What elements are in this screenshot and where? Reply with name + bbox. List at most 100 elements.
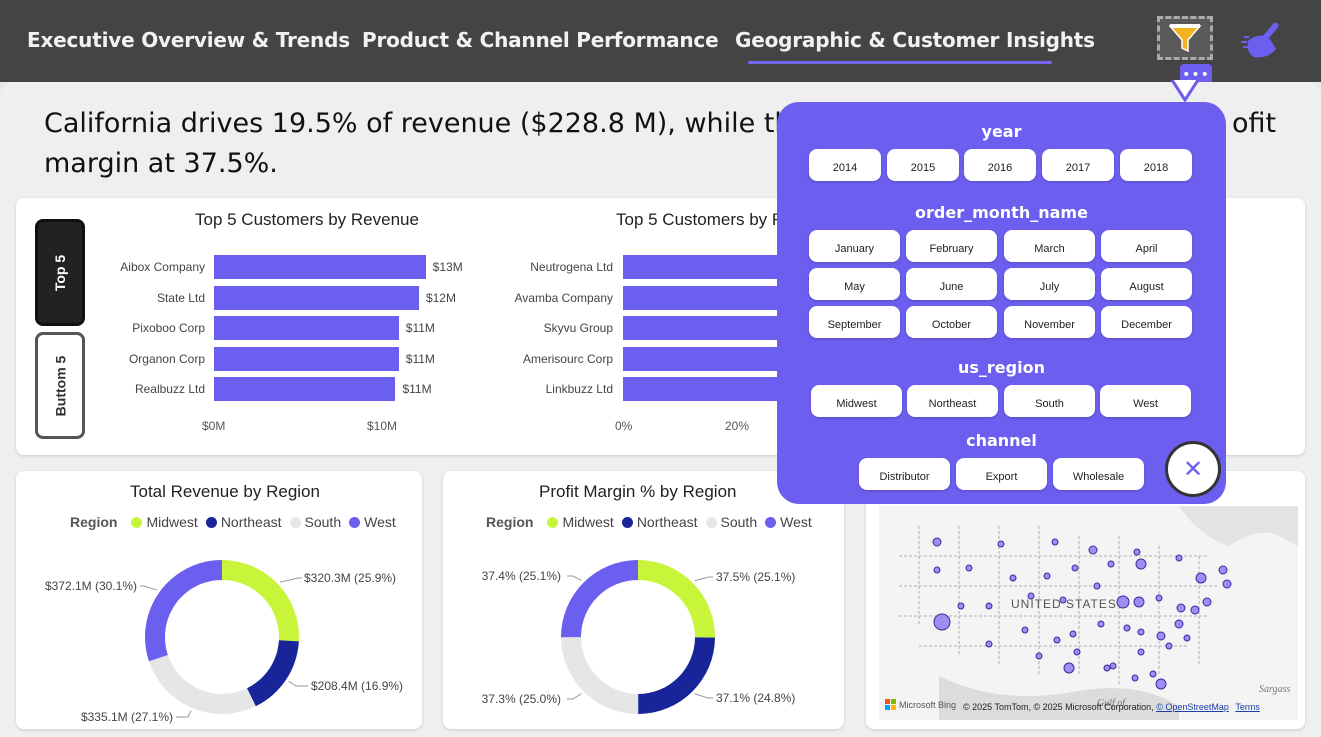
map-bubble[interactable] xyxy=(1053,636,1061,644)
map-bubble[interactable] xyxy=(1093,582,1101,590)
filter-chip-year[interactable]: 2018 xyxy=(1120,149,1192,181)
tab-executive-overview[interactable]: Executive Overview & Trends xyxy=(27,28,350,52)
map-bubble[interactable] xyxy=(1190,605,1200,615)
map-bubble[interactable] xyxy=(1156,631,1166,641)
map-bubble[interactable] xyxy=(932,537,942,547)
map-bubble[interactable] xyxy=(1195,572,1207,584)
bar[interactable] xyxy=(214,255,426,279)
filter-chip-channel[interactable]: Wholesale xyxy=(1053,458,1144,490)
map-bubble[interactable] xyxy=(933,613,951,631)
map-bubble[interactable] xyxy=(1088,545,1098,555)
map-bubble[interactable] xyxy=(1176,603,1186,613)
bar[interactable] xyxy=(623,377,783,401)
donut-slice-midwest[interactable] xyxy=(638,560,715,638)
filter-chip-channel[interactable]: Distributor xyxy=(859,458,950,490)
filter-chip-month[interactable]: February xyxy=(906,230,997,262)
map-bubble[interactable] xyxy=(1069,630,1077,638)
map-bubble[interactable] xyxy=(985,640,993,648)
map-bubble[interactable] xyxy=(1097,620,1105,628)
map-bubble[interactable] xyxy=(1035,652,1043,660)
donut-data-label: 37.3% (25.0%) xyxy=(482,692,561,706)
bar[interactable] xyxy=(623,286,783,310)
filter-chip-month[interactable]: March xyxy=(1004,230,1095,262)
tab-geographic-customer[interactable]: Geographic & Customer Insights xyxy=(735,28,1095,52)
filter-chip-month[interactable]: October xyxy=(906,306,997,338)
map-bubble[interactable] xyxy=(1155,678,1167,690)
donut-slice-northeast[interactable] xyxy=(638,637,715,714)
filter-chip-region[interactable]: Northeast xyxy=(907,385,998,417)
filter-chip-month[interactable]: August xyxy=(1101,268,1192,300)
map-bubble[interactable] xyxy=(1222,579,1232,589)
map-bubble[interactable] xyxy=(1174,619,1184,629)
map-bubble[interactable] xyxy=(1051,538,1059,546)
close-icon[interactable]: ✕ xyxy=(1165,441,1221,497)
map-bubble[interactable] xyxy=(1009,574,1017,582)
map-bubble[interactable] xyxy=(1063,662,1075,674)
map-bubble[interactable] xyxy=(1021,626,1029,634)
clear-filters-button[interactable] xyxy=(1237,18,1289,60)
filter-button[interactable] xyxy=(1157,16,1213,60)
map-bubble[interactable] xyxy=(1137,628,1145,636)
map-bubble[interactable] xyxy=(1103,664,1111,672)
donut-slice-south[interactable] xyxy=(148,654,256,714)
filter-chip-month[interactable]: May xyxy=(809,268,900,300)
filter-chip-year[interactable]: 2016 xyxy=(964,149,1036,181)
map-bubble[interactable] xyxy=(1183,634,1191,642)
donut-slice-west[interactable] xyxy=(145,560,222,662)
map-bubble[interactable] xyxy=(1073,648,1081,656)
filter-chip-region[interactable]: West xyxy=(1100,385,1191,417)
map-bubble[interactable] xyxy=(965,564,973,572)
map-bubble[interactable] xyxy=(997,540,1005,548)
map-bubble[interactable] xyxy=(985,602,993,610)
openstreetmap-link[interactable]: © OpenStreetMap xyxy=(1156,702,1229,712)
map-bubble[interactable] xyxy=(1165,642,1173,650)
filter-chip-month[interactable]: November xyxy=(1004,306,1095,338)
top-nav-bar: Executive Overview & Trends Product & Ch… xyxy=(0,0,1321,82)
map-bubble[interactable] xyxy=(1116,595,1130,609)
map-bubble[interactable] xyxy=(1218,565,1228,575)
map-bubble[interactable] xyxy=(1043,572,1051,580)
filter-chip-month[interactable]: September xyxy=(809,306,900,338)
filter-chip-region[interactable]: South xyxy=(1004,385,1095,417)
map-bubble[interactable] xyxy=(1137,648,1145,656)
filter-chip-channel[interactable]: Export xyxy=(956,458,1047,490)
map-bubble[interactable] xyxy=(1109,662,1117,670)
bar[interactable] xyxy=(214,316,399,340)
map-bubble[interactable] xyxy=(1155,594,1163,602)
bar[interactable] xyxy=(623,255,783,279)
bar[interactable] xyxy=(623,316,783,340)
bar[interactable] xyxy=(214,286,419,310)
map-bubble[interactable] xyxy=(1107,560,1115,568)
map-bubble[interactable] xyxy=(1133,596,1145,608)
filter-chip-month[interactable]: January xyxy=(809,230,900,262)
filter-chip-region[interactable]: Midwest xyxy=(811,385,902,417)
filter-chip-month[interactable]: December xyxy=(1101,306,1192,338)
terms-link[interactable]: Terms xyxy=(1235,702,1260,712)
map-bubble[interactable] xyxy=(1071,564,1079,572)
map-bubble[interactable] xyxy=(1133,548,1141,556)
filter-chip-year[interactable]: 2014 xyxy=(809,149,881,181)
bar[interactable] xyxy=(214,377,396,401)
map-bubble[interactable] xyxy=(933,566,941,574)
donut-slice-west[interactable] xyxy=(561,560,638,638)
map-bubble[interactable] xyxy=(1135,558,1147,570)
map-bubble[interactable] xyxy=(1149,670,1157,678)
donut-slice-midwest[interactable] xyxy=(222,560,299,642)
filter-chip-year[interactable]: 2015 xyxy=(887,149,959,181)
map-bubble[interactable] xyxy=(1123,624,1131,632)
bar[interactable] xyxy=(623,347,783,371)
filter-chip-year[interactable]: 2017 xyxy=(1042,149,1114,181)
map-bubble[interactable] xyxy=(1131,674,1139,682)
filter-chip-month[interactable]: July xyxy=(1004,268,1095,300)
filter-chip-month[interactable]: April xyxy=(1101,230,1192,262)
filter-chip-month[interactable]: June xyxy=(906,268,997,300)
donut-slice-northeast[interactable] xyxy=(246,640,299,707)
bar[interactable] xyxy=(214,347,399,371)
leader-line xyxy=(694,693,713,699)
us-bubble-map[interactable]: UNITED STATES Gulf of Sargass Microsoft … xyxy=(879,506,1298,720)
map-bubble[interactable] xyxy=(1175,554,1183,562)
tab-product-channel[interactable]: Product & Channel Performance xyxy=(362,28,719,52)
donut-slice-south[interactable] xyxy=(561,637,639,714)
map-bubble[interactable] xyxy=(1202,597,1212,607)
map-bubble[interactable] xyxy=(957,602,965,610)
